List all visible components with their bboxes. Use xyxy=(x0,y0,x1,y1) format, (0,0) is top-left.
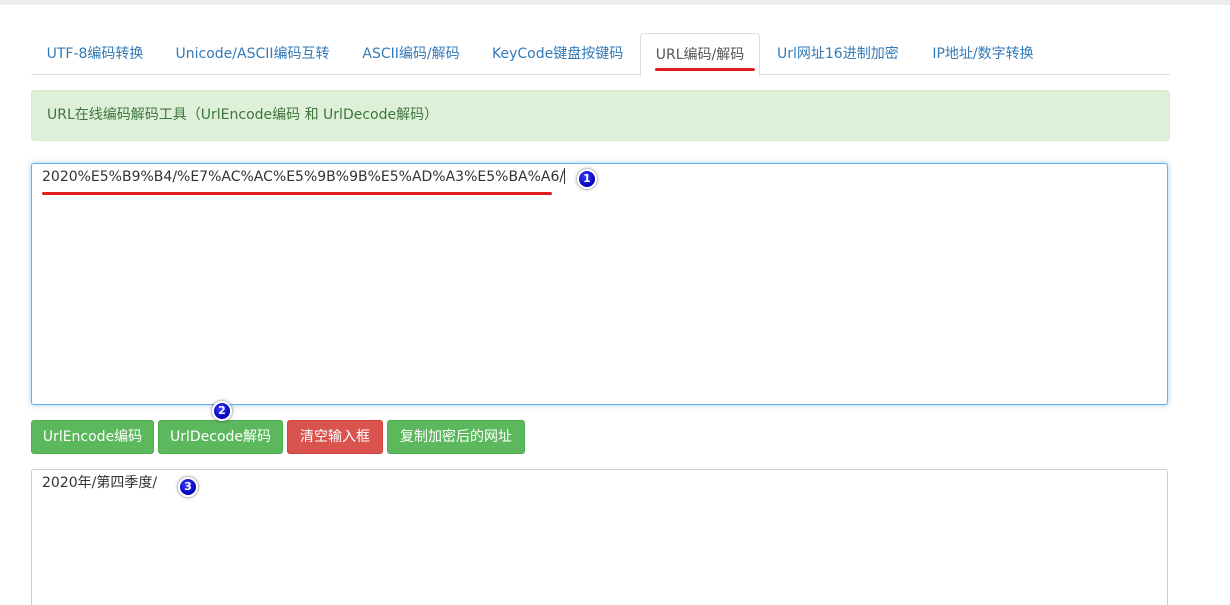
active-tab-underline-marker xyxy=(655,68,755,71)
tab-label: Url网址16进制加密 xyxy=(777,46,899,62)
tab-label: ASCII编码/解码 xyxy=(362,46,460,62)
urlencode-button[interactable]: UrlEncode编码 xyxy=(31,420,154,454)
output-textarea[interactable]: 2020年/第四季度/ xyxy=(31,469,1168,605)
tab-ascii[interactable]: ASCII编码/解码 xyxy=(362,33,460,75)
tool-tabs: UTF-8编码转换 Unicode/ASCII编码互转 ASCII编码/解码 K… xyxy=(31,33,1170,76)
step-2-badge: 2 xyxy=(212,401,232,421)
tab-label: Unicode/ASCII编码互转 xyxy=(175,46,330,62)
step-1-badge: 1 xyxy=(577,169,597,189)
urldecode-button[interactable]: UrlDecode解码 xyxy=(158,420,283,454)
output-text: 2020年/第四季度/ xyxy=(42,475,158,491)
tab-label: KeyCode键盘按键码 xyxy=(492,46,624,62)
copy-encoded-url-button[interactable]: 复制加密后的网址 xyxy=(387,420,525,454)
tab-keycode[interactable]: KeyCode键盘按键码 xyxy=(492,33,624,75)
tab-ip-number[interactable]: IP地址/数字转换 xyxy=(930,33,1036,75)
input-textarea[interactable]: 2020%E5%B9%B4/%E7%AC%AC%E5%9B%9B%E5%AD%A… xyxy=(31,163,1168,405)
tab-url-hex[interactable]: Url网址16进制加密 xyxy=(777,33,899,75)
tab-label: UTF-8编码转换 xyxy=(46,46,144,62)
tab-utf8[interactable]: UTF-8编码转换 xyxy=(46,33,144,75)
tab-unicode-ascii[interactable]: Unicode/ASCII编码互转 xyxy=(175,33,330,75)
input-underline-marker xyxy=(42,192,552,195)
tab-label: IP地址/数字转换 xyxy=(932,46,1034,62)
step-3-badge: 3 xyxy=(178,477,198,497)
alert-text: URL在线编码解码工具（UrlEncode编码 和 UrlDecode解码） xyxy=(47,107,439,123)
info-alert: URL在线编码解码工具（UrlEncode编码 和 UrlDecode解码） xyxy=(31,90,1170,141)
input-text: 2020%E5%B9%B4/%E7%AC%AC%E5%9B%9B%E5%AD%A… xyxy=(42,169,565,185)
clear-input-button[interactable]: 清空输入框 xyxy=(287,420,383,454)
top-strip xyxy=(0,0,1230,5)
text-caret xyxy=(564,168,566,184)
